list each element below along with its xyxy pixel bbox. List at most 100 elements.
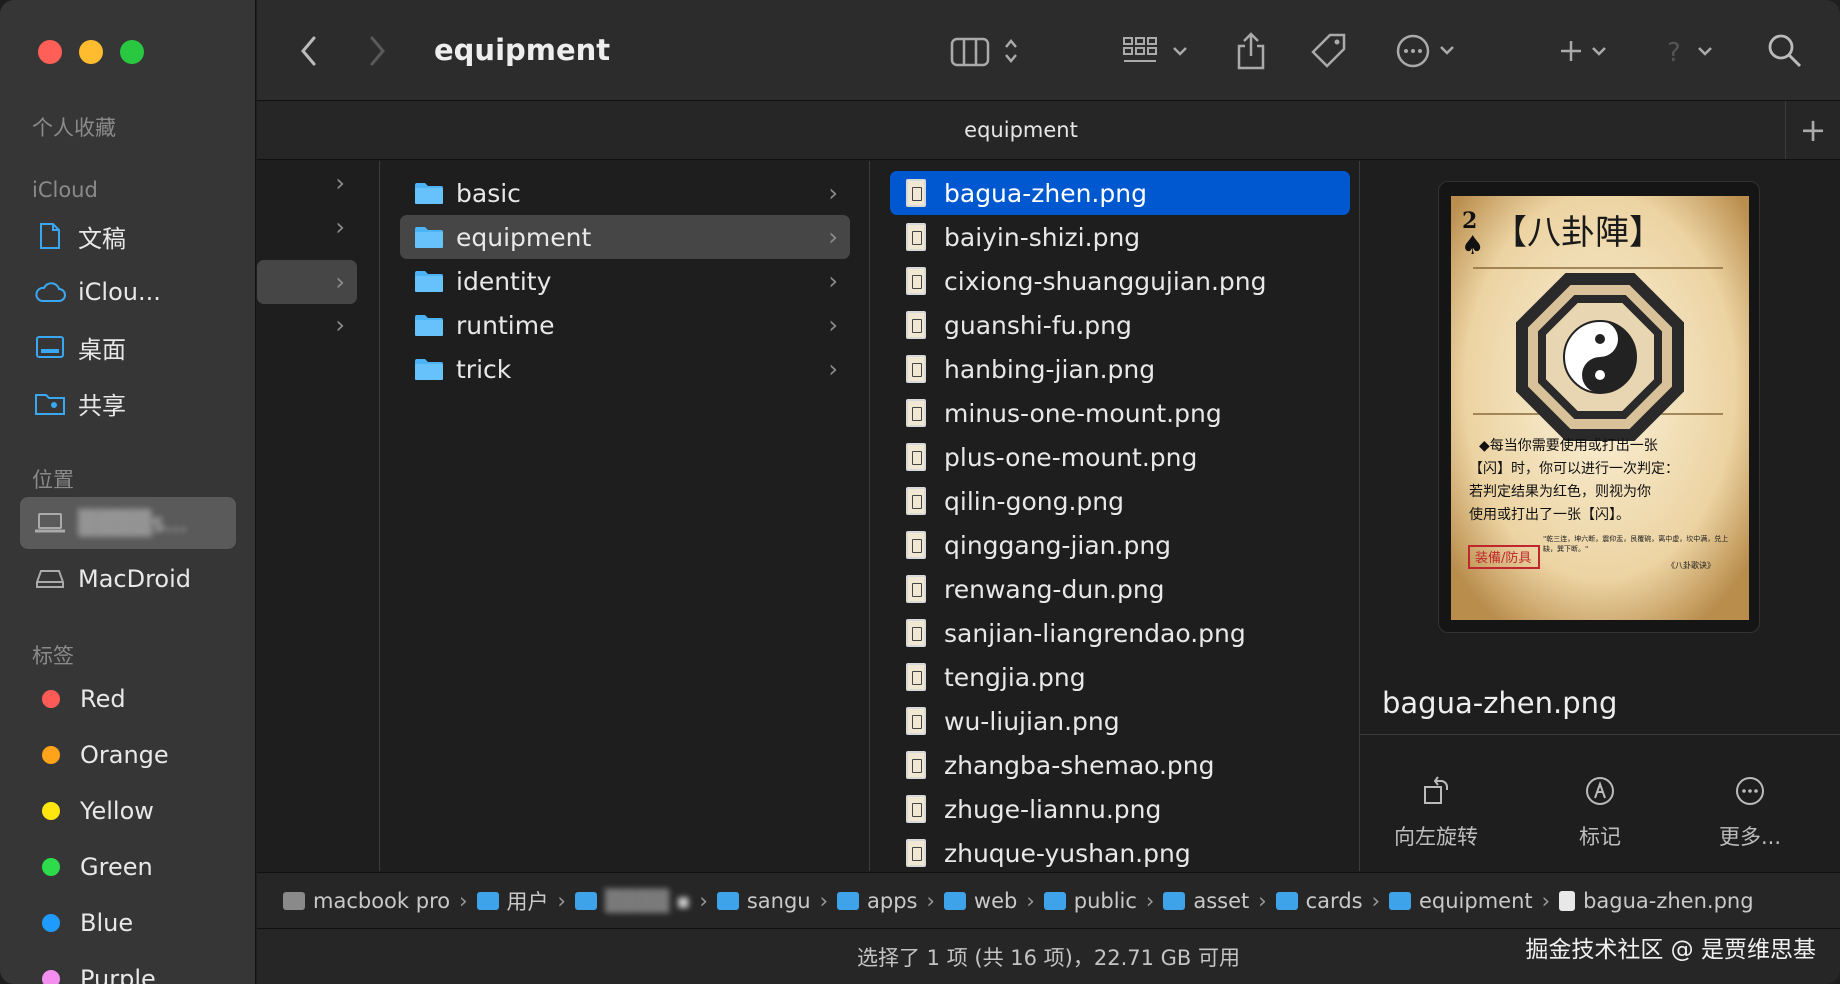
path-item-cards[interactable]: cards bbox=[1275, 889, 1363, 913]
file-label: sanjian-liangrendao.png bbox=[944, 618, 1246, 648]
folder-icon bbox=[716, 891, 739, 910]
sidebar-tag-yellow[interactable]: Yellow bbox=[20, 785, 236, 837]
sidebar-item-desktop[interactable]: 桌面 bbox=[20, 321, 236, 373]
view-mode-button[interactable] bbox=[950, 30, 1030, 72]
path-item-asset[interactable]: asset bbox=[1163, 889, 1249, 913]
new-item-button[interactable] bbox=[1559, 30, 1619, 72]
path-item-label: apps bbox=[867, 888, 918, 913]
sidebar-item-label: 共享 bbox=[78, 391, 126, 420]
folder-row-identity[interactable]: identity › bbox=[400, 259, 850, 303]
rotate-left-icon bbox=[1424, 776, 1448, 804]
file-row[interactable]: baiyin-shizi.png bbox=[890, 215, 1350, 259]
tab-equipment[interactable]: equipment bbox=[257, 101, 1785, 159]
folder-label: basic bbox=[456, 178, 521, 208]
zoom-window-button[interactable] bbox=[120, 40, 144, 64]
folder-row-equipment[interactable]: equipment › bbox=[400, 215, 850, 259]
sidebar-item-label: 文稿 bbox=[78, 224, 126, 253]
preview-image: 2 ♠ 【八卦陣】 ◆每当你需要使用或打出一张 【闪】时，你可以进行一次判定： … bbox=[1438, 181, 1760, 633]
chevron-right-icon: › bbox=[1541, 888, 1551, 913]
path-item-users[interactable]: 用户 bbox=[476, 886, 549, 916]
sidebar-tag-purple[interactable]: Purple bbox=[20, 953, 236, 984]
file-row[interactable]: bagua-zhen.png bbox=[890, 171, 1350, 215]
file-row[interactable]: zhangba-shemao.png bbox=[890, 743, 1350, 787]
tag-label: Red bbox=[80, 685, 126, 713]
file-row[interactable]: guanshi-fu.png bbox=[890, 303, 1350, 347]
sidebar-item-icloud-drive[interactable]: iClou... bbox=[20, 266, 236, 318]
file-row[interactable]: cixiong-shuanggujian.png bbox=[890, 259, 1350, 303]
path-item-web[interactable]: web bbox=[943, 889, 1017, 913]
sidebar-item-macdroid[interactable]: MacDroid bbox=[20, 553, 236, 605]
chevron-right-icon: › bbox=[828, 223, 838, 251]
help-button[interactable]: ? bbox=[1665, 30, 1725, 72]
path-item-label: ▒▒▒▒ ▪ bbox=[604, 888, 691, 913]
path-item-file[interactable]: bagua-zhen.png bbox=[1559, 889, 1754, 913]
path-item-apps[interactable]: apps bbox=[837, 889, 917, 913]
more-button[interactable]: 更多... bbox=[1680, 761, 1820, 851]
folder-label: runtime bbox=[456, 310, 555, 340]
sidebar-tag-green[interactable]: Green bbox=[20, 841, 236, 893]
new-tab-button[interactable]: + bbox=[1785, 101, 1840, 159]
file-row[interactable]: sanjian-liangrendao.png bbox=[890, 611, 1350, 655]
sidebar-item-shared[interactable]: 共享 bbox=[20, 377, 236, 429]
tab-bar: equipment + bbox=[257, 100, 1840, 160]
file-row[interactable]: minus-one-mount.png bbox=[890, 391, 1350, 435]
file-row[interactable]: plus-one-mount.png bbox=[890, 435, 1350, 479]
path-item-home[interactable]: ▒▒▒▒ ▪ bbox=[574, 888, 691, 913]
path-item-public[interactable]: public bbox=[1043, 889, 1137, 913]
tag-label: Purple bbox=[80, 965, 156, 984]
chevron-right-icon: › bbox=[828, 267, 838, 295]
ellipsis-circle-icon bbox=[1396, 34, 1454, 68]
card-poem: "乾三连，坤六断，震仰盂，艮覆碗，离中虚，坎中满，兑上缺，巽下断。" bbox=[1543, 535, 1729, 553]
sidebar-item-documents[interactable]: 文稿 bbox=[20, 210, 236, 262]
action-label: 标记 bbox=[1579, 825, 1621, 849]
chevron-right-icon: › bbox=[557, 888, 566, 913]
minimize-window-button[interactable] bbox=[79, 40, 103, 64]
file-row[interactable]: tengjia.png bbox=[890, 655, 1350, 699]
sidebar-tag-orange[interactable]: Orange bbox=[20, 729, 236, 781]
file-row[interactable]: zhuge-liannu.png bbox=[890, 787, 1350, 831]
question-icon: ? bbox=[1667, 38, 1712, 67]
path-item-label: 用户 bbox=[506, 889, 549, 914]
chevron-right-icon: › bbox=[828, 311, 838, 339]
column-row-selected[interactable]: › bbox=[257, 260, 357, 304]
card-text-line: ◆每当你需要使用或打出一张 bbox=[1479, 437, 1658, 454]
sidebar-tag-blue[interactable]: Blue bbox=[20, 897, 236, 949]
tag-color-dot bbox=[42, 858, 60, 876]
back-button[interactable] bbox=[299, 30, 319, 72]
rotate-left-button[interactable]: 向左旋转 bbox=[1366, 761, 1506, 851]
tag-color-dot bbox=[42, 690, 60, 708]
file-row[interactable]: wu-liujian.png bbox=[890, 699, 1350, 743]
file-row[interactable]: renwang-dun.png bbox=[890, 567, 1350, 611]
file-row[interactable]: hanbing-jian.png bbox=[890, 347, 1350, 391]
action-menu-button[interactable] bbox=[1395, 30, 1465, 72]
svg-text:?: ? bbox=[1667, 38, 1681, 67]
column-row[interactable]: › bbox=[257, 303, 357, 347]
file-row[interactable]: qilin-gong.png bbox=[890, 479, 1350, 523]
path-item-equipment[interactable]: equipment bbox=[1389, 889, 1533, 913]
column-row[interactable]: › bbox=[257, 161, 357, 205]
sidebar-item-macbook[interactable]: ▒▒▒▒s... bbox=[20, 497, 236, 549]
folder-icon bbox=[414, 313, 444, 337]
sidebar-tag-red[interactable]: Red bbox=[20, 673, 236, 725]
icloud-section-title: iCloud bbox=[32, 178, 98, 202]
image-file-icon bbox=[906, 663, 926, 691]
close-window-button[interactable] bbox=[38, 40, 62, 64]
folder-row-basic[interactable]: basic › bbox=[400, 171, 850, 215]
share-button[interactable] bbox=[1235, 30, 1267, 72]
tag-button[interactable] bbox=[1310, 30, 1348, 72]
path-item-sangu[interactable]: sangu bbox=[716, 889, 811, 913]
group-button[interactable] bbox=[1122, 30, 1202, 72]
file-row[interactable]: zhuque-yushan.png bbox=[890, 831, 1350, 875]
markup-button[interactable]: 标记 bbox=[1530, 761, 1670, 851]
column-row[interactable]: › bbox=[257, 205, 357, 249]
file-label: tengjia.png bbox=[944, 662, 1086, 692]
image-file-icon bbox=[906, 399, 926, 427]
path-item-macbook[interactable]: macbook pro bbox=[283, 889, 450, 913]
folder-row-runtime[interactable]: runtime › bbox=[400, 303, 850, 347]
chevron-right-icon: › bbox=[335, 268, 345, 296]
forward-button[interactable] bbox=[367, 30, 387, 72]
folder-row-trick[interactable]: trick › bbox=[400, 347, 850, 391]
file-row[interactable]: qinggang-jian.png bbox=[890, 523, 1350, 567]
tag-label: Green bbox=[80, 853, 153, 881]
search-button[interactable] bbox=[1767, 30, 1803, 72]
